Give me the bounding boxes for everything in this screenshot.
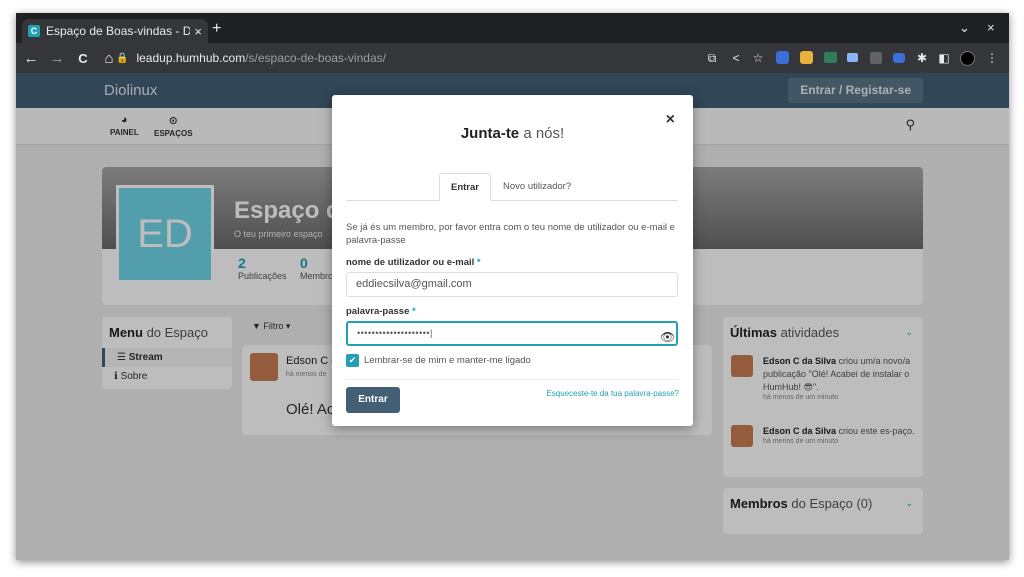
extension-icon[interactable] [847,53,858,62]
tab-strip: C Espaço de Boas-vindas - D × + ⌄ × [16,13,1009,43]
url-path: /s/espaco-de-boas-vindas/ [245,51,386,65]
username-label: nome de utilizador ou e-mail * [346,257,481,268]
login-submit-button[interactable]: Entrar [346,387,400,413]
back-icon[interactable]: ← [20,50,42,67]
web-page: Diolinux Entrar / Registar-se ◕ PAINEL ⊙… [16,73,1009,560]
tab-close-icon[interactable]: × [194,24,202,39]
install-app-icon[interactable]: ⧉ [704,50,720,66]
extension-icon[interactable] [824,52,837,63]
humhub-favicon-icon: C [28,25,40,37]
forgot-password-link[interactable]: Esqueceste-te da tua palavra-passe? [546,389,679,398]
url-host: leadup.humhub.com [136,51,246,65]
divider [346,379,678,380]
address-bar[interactable]: 🔒 leadup.humhub.com/s/espaco-de-boas-vin… [116,47,716,69]
forward-icon[interactable]: → [46,50,68,67]
side-panel-icon[interactable]: ◧ [936,50,952,66]
checkbox-checked-icon[interactable]: ✔ [346,354,359,367]
share-icon[interactable]: < [728,50,744,66]
modal-title: Junta-te a nós! [460,125,565,142]
login-intro: Se já és um membro, por favor entra com … [346,222,675,246]
password-field[interactable]: ••••••••••••••••••••| [346,321,678,346]
close-icon[interactable]: × [666,111,675,129]
browser-tab[interactable]: C Espaço de Boas-vindas - D × [22,19,208,43]
browser-toolbar: ← → C ⌂ 🔒 leadup.humhub.com/s/espaco-de-… [16,43,1009,73]
tab-title: Espaço de Boas-vindas - D [46,24,191,38]
reload-icon[interactable]: C [72,51,94,66]
new-tab-button[interactable]: + [212,20,221,38]
extensions-puzzle-icon[interactable]: ✱ [914,50,930,66]
extension-icon[interactable] [870,52,882,64]
username-field[interactable]: eddiecsilva@gmail.com [346,272,678,297]
tab-login[interactable]: Entrar [439,173,491,201]
window-close-icon[interactable]: × [987,20,995,35]
extension-icon[interactable] [800,51,813,64]
bookmark-star-icon[interactable]: ☆ [750,50,766,66]
browser-menu-icon[interactable]: ⋮ [984,50,1000,66]
eye-icon[interactable]: 👁 [660,330,675,344]
password-label: palavra-passe * [346,306,416,317]
remember-me[interactable]: ✔ Lembrar-se de mim e manter-me ligado [346,354,531,367]
tab-register[interactable]: Novo utilizador? [492,173,582,201]
extension-icon[interactable] [776,51,789,64]
tab-search-icon[interactable]: ⌄ [959,20,970,36]
lock-icon[interactable]: 🔒 [116,53,128,64]
browser-window: C Espaço de Boas-vindas - D × + ⌄ × ← → … [16,13,1009,560]
extension-icon[interactable] [893,53,905,63]
login-modal: Junta-te a nós! × Entrar Novo utilizador… [332,95,693,426]
remember-label: Lembrar-se de mim e manter-me ligado [364,355,531,366]
modal-tabs: Entrar Novo utilizador? [346,173,678,201]
profile-avatar[interactable] [960,51,975,66]
